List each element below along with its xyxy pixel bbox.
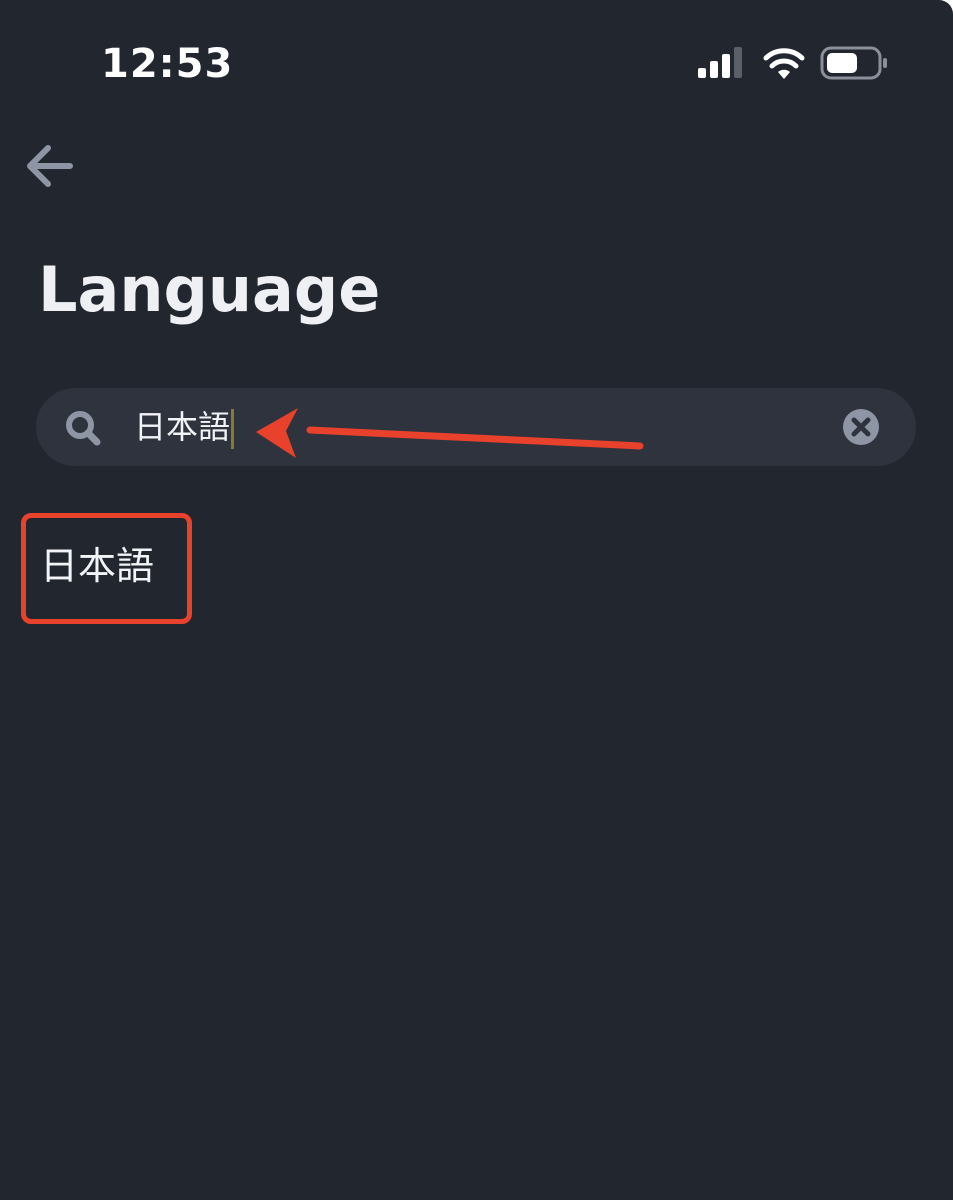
clear-icon[interactable] (841, 407, 881, 447)
language-screen: 12:53 Language 日本語 日本語 (0, 0, 953, 1200)
text-cursor (231, 409, 235, 449)
arrow-left-icon (27, 145, 73, 187)
search-icon (66, 411, 101, 446)
back-button[interactable] (20, 140, 80, 192)
language-option-japanese[interactable]: 日本語 (40, 530, 154, 602)
status-icons (690, 44, 900, 84)
search-input[interactable]: 日本語 (134, 398, 235, 456)
status-time: 12:53 (101, 41, 234, 87)
signal-icon (698, 47, 742, 78)
wifi-icon (763, 48, 805, 79)
battery-icon (820, 46, 887, 80)
page-title: Language (38, 253, 381, 326)
search-bar[interactable]: 日本語 (36, 388, 916, 466)
search-input-value: 日本語 (134, 408, 231, 446)
